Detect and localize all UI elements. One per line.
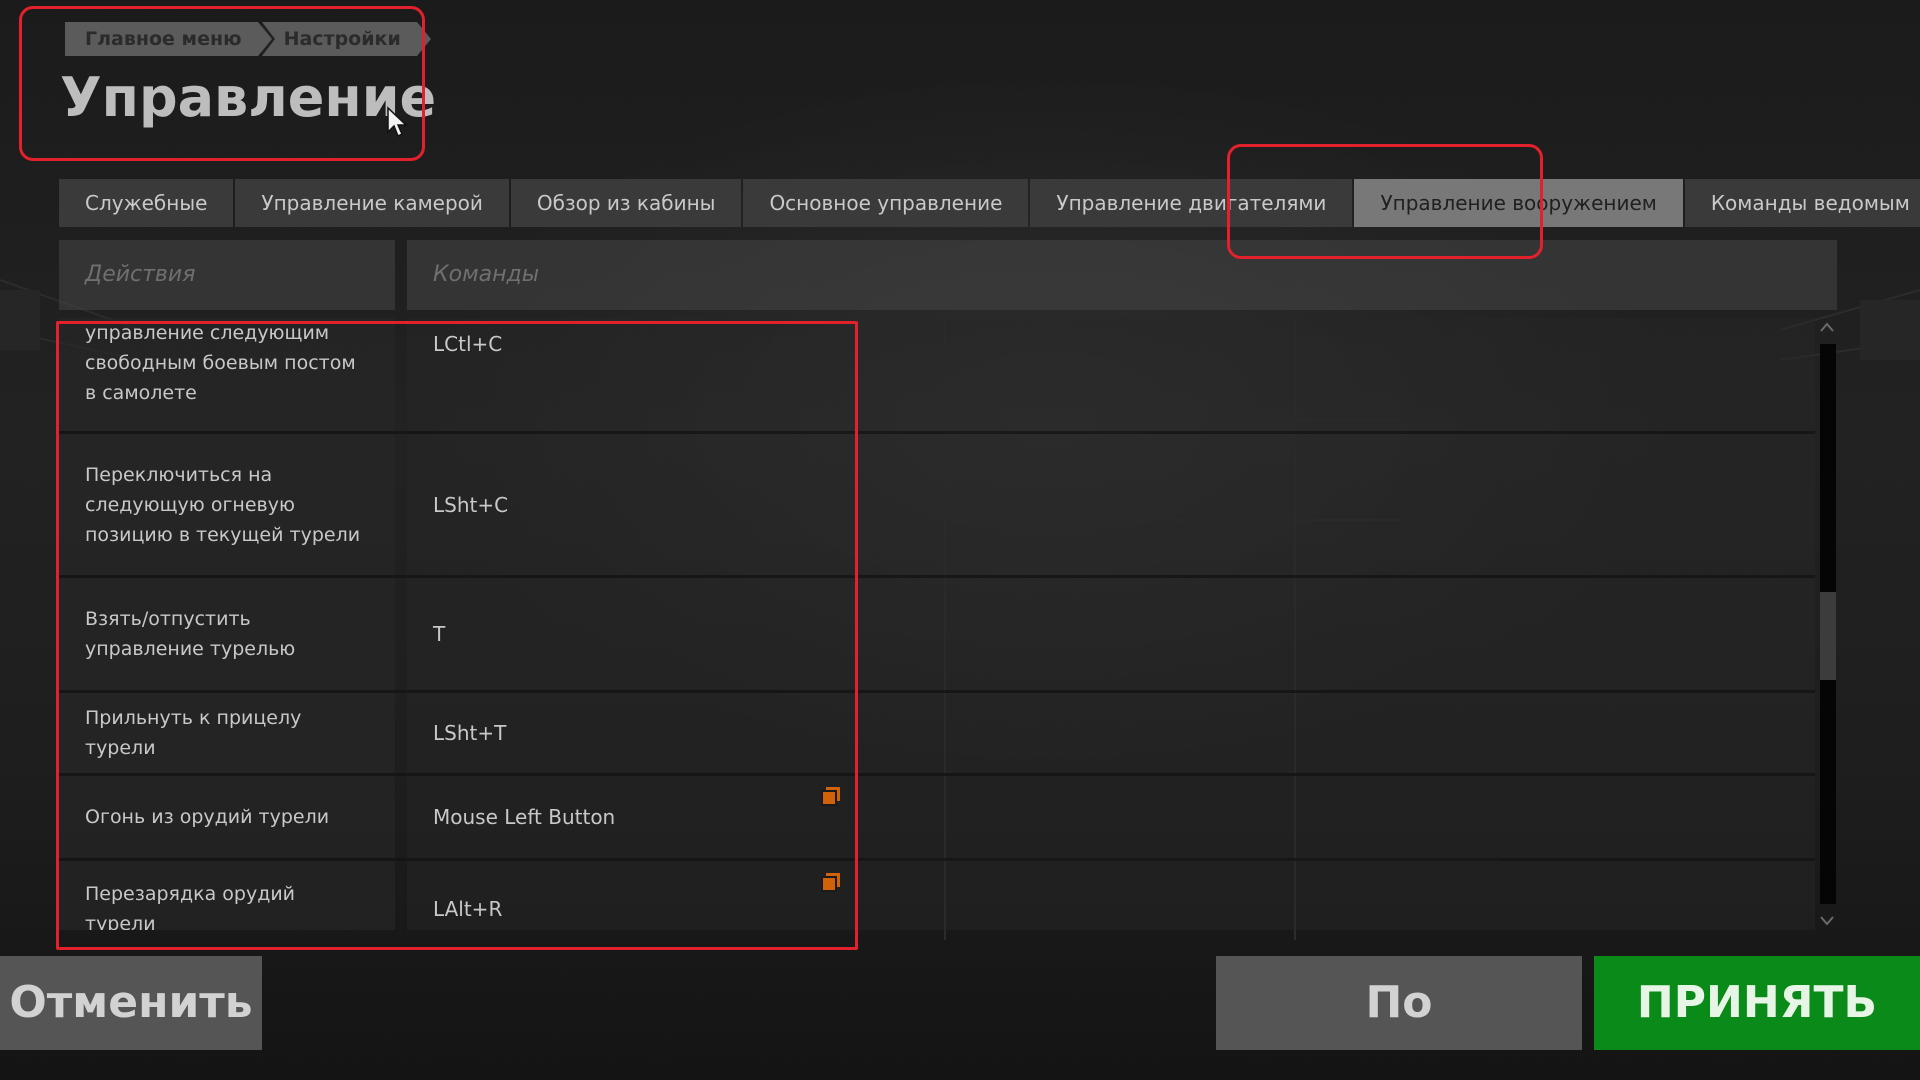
copy-binding-icon[interactable]: [821, 786, 841, 806]
command-binding[interactable]: LCtl+C: [407, 318, 1815, 431]
breadcrumb: Главное меню Настройки: [65, 22, 431, 56]
command-binding[interactable]: Mouse Left Button: [407, 776, 1815, 858]
action-label: Прильнуть к прицелу турели: [59, 693, 395, 773]
table-row[interactable]: Перезарядка орудий турели LAlt+R: [59, 861, 1815, 930]
mouse-cursor-icon: [387, 106, 408, 138]
action-label: Огонь из орудий турели: [59, 776, 395, 858]
action-label: Перезарядка орудий турели: [59, 861, 395, 930]
command-binding[interactable]: LSht+C: [407, 434, 1815, 575]
table-row[interactable]: Прильнуть к прицелу турели LSht+T: [59, 693, 1815, 773]
action-label: Взять/отпустить управление турелью: [59, 578, 395, 690]
table-row[interactable]: Переключиться на следующую огневую позиц…: [59, 434, 1815, 575]
scroll-up-icon[interactable]: [1819, 320, 1835, 334]
tab-weapon-control[interactable]: Управление вооружением: [1354, 179, 1683, 227]
bindings-list: управление следующим свободным боевым по…: [59, 318, 1815, 930]
page-title: Управление: [60, 66, 437, 129]
table-header: Действия Команды: [59, 240, 1837, 310]
breadcrumb-main-menu[interactable]: Главное меню: [65, 22, 272, 56]
command-binding[interactable]: T: [407, 578, 1815, 690]
copy-binding-icon[interactable]: [821, 872, 841, 892]
tab-service[interactable]: Служебные: [59, 179, 234, 227]
tab-camera-control[interactable]: Управление камерой: [235, 179, 509, 227]
tab-engine-control[interactable]: Управление двигателями: [1030, 179, 1353, 227]
scroll-down-icon[interactable]: [1819, 914, 1835, 928]
table-row[interactable]: управление следующим свободным боевым по…: [59, 318, 1815, 431]
table-row[interactable]: Огонь из орудий турели Mouse Left Button: [59, 776, 1815, 858]
vertical-scrollbar[interactable]: [1816, 320, 1838, 932]
cancel-button[interactable]: Отменить: [0, 956, 262, 1050]
command-binding[interactable]: LAlt+R: [407, 861, 1815, 930]
column-header-commands: Команды: [407, 240, 1837, 310]
tab-cockpit-view[interactable]: Обзор из кабины: [510, 179, 742, 227]
action-label: управление следующим свободным боевым по…: [59, 318, 395, 431]
accept-button[interactable]: ПРИНЯТЬ: [1594, 956, 1920, 1050]
breadcrumb-settings[interactable]: Настройки: [261, 22, 431, 56]
column-header-actions: Действия: [59, 240, 395, 310]
tab-main-control[interactable]: Основное управление: [743, 179, 1029, 227]
tab-bar: Служебные Управление камерой Обзор из ка…: [59, 179, 1920, 227]
scrollbar-thumb[interactable]: [1820, 592, 1836, 680]
tab-wingman-commands[interactable]: Команды ведомым: [1684, 179, 1920, 227]
command-binding[interactable]: LSht+T: [407, 693, 1815, 773]
table-row[interactable]: Взять/отпустить управление турелью T: [59, 578, 1815, 690]
restore-defaults-button[interactable]: По умолчанию: [1216, 956, 1582, 1080]
action-label: Переключиться на следующую огневую позиц…: [59, 434, 395, 575]
